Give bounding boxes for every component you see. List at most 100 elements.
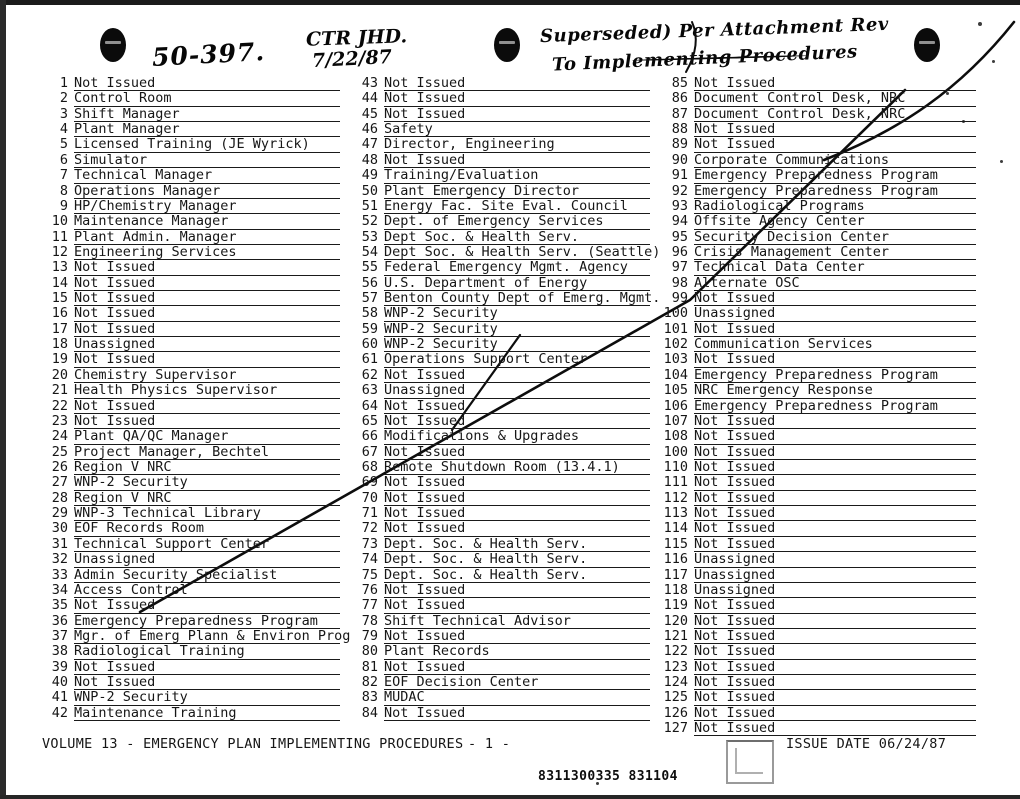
entry-label: Not Issued [74,674,156,691]
stamp-accession-line: 8311300335 831104 [538,769,678,784]
entry-label: Technical Support Center [74,535,270,552]
entry-number: 94 [671,213,688,230]
entry-label: Maintenance Manager [74,213,229,230]
distribution-column-1: 1 Not Issued 2 Control Room 3 Shift Manager 4 P… [40,75,350,722]
entry-label: Technical Data Center [694,259,865,276]
entry-label: Unassigned [694,551,776,568]
entry-number: 87 [671,105,688,122]
distribution-entry: 108 Not Issued [660,429,976,445]
entry-number: 115 [663,535,688,552]
entry-number: 96 [671,243,688,260]
entry-number: 23 [51,412,68,429]
entry-number: 61 [361,351,378,368]
distribution-entry: 7 Technical Manager [40,168,340,184]
entry-label: Not Issued [384,627,466,644]
distribution-entry: 71 Not Issued [350,506,650,522]
entry-label: Plant QA/QC Manager [74,428,229,445]
entry-label: Not Issued [384,474,466,491]
distribution-entry: 113 Not Issued [660,505,976,522]
entry-number: 16 [51,305,68,322]
distribution-entry: 62 Not Issued [350,366,650,384]
entry-label: Radiological Programs [694,197,865,214]
entry-label: Not Issued [694,458,776,475]
hole-punch-mark-center [494,28,520,62]
entry-label: Access Control [74,581,188,598]
entry-label: Not Issued [694,443,776,460]
entry-number: 114 [663,520,688,537]
entry-number: 80 [361,643,378,660]
entry-number: 4 [59,121,68,138]
entry-label: Not Issued [384,412,466,429]
entry-number: 62 [361,366,378,383]
distribution-entry: 45 Not Issued [350,106,650,123]
distribution-entry: 5 Licensed Training (JE Wyrick) [40,137,340,153]
entry-number: 8 [59,182,68,199]
entry-number: 70 [361,489,378,506]
entry-label: Dept Soc. & Health Serv. (Seattle) [384,243,661,260]
distribution-entry: 56 U.S. Department of Energy [350,275,650,292]
entry-number: 47 [361,136,378,153]
entry-label: Emergency Preparedness Program [694,397,938,414]
entry-number: 117 [663,566,688,583]
entry-number: 105 [663,382,688,399]
entry-number: 38 [51,643,68,660]
entry-number: 97 [671,259,688,276]
entry-number: 52 [361,213,378,230]
entry-number: 14 [51,274,68,291]
entry-number: 79 [361,627,378,644]
entry-number: 19 [51,351,68,368]
entry-number: 91 [671,167,688,184]
entry-label: Admin Security Specialist [74,566,278,583]
entry-label: Not Issued [384,597,466,614]
entry-number: 113 [663,505,688,522]
entry-label: WNP-2 Security [384,305,498,322]
entry-label: Not Issued [694,627,776,644]
entry-label: Not Issued [694,520,776,537]
entry-label: Not Issued [384,151,466,168]
entry-label: Not Issued [694,412,776,429]
entry-label: Not Issued [74,658,156,675]
distribution-entry: 32 Unassigned [40,552,340,568]
distribution-entry: 14 Not Issued [40,274,340,292]
stamp-box-inner-outline [735,748,763,774]
distribution-entry: 12 Engineering Services [40,243,340,261]
distribution-entry: 73 Dept. Soc. & Health Serv. [350,536,650,553]
entry-label: Plant Admin. Manager [74,228,237,245]
distribution-entry: 61 Operations Support Center [350,351,650,368]
distribution-entry: 125 Not Issued [660,690,976,706]
entry-number: 126 [663,704,688,721]
entry-label: NRC Emergency Response [694,382,873,399]
entry-label: Not Issued [694,351,776,368]
entry-label: Not Issued [74,351,156,368]
entry-label: Modifications & Upgrades [384,428,580,445]
distribution-entry: 105 NRC Emergency Response [660,382,976,399]
entry-number: 99 [671,290,688,307]
distribution-entry: 117 Unassigned [660,566,976,583]
entry-label: Health Physics Supervisor [74,382,278,399]
entry-number: 58 [361,305,378,322]
distribution-entry: 102 Communication Services [660,337,976,353]
distribution-entry: 17 Not Issued [40,321,340,338]
entry-label: Not Issued [694,535,776,552]
distribution-entry: 51 Energy Fac. Site Eval. Council [350,198,650,215]
distribution-entry: 41 WNP-2 Security [40,690,340,706]
entry-number: 12 [51,243,68,260]
entry-label: Not Issued [694,674,776,691]
entry-label: Unassigned [694,581,776,598]
distribution-entry: 122 Not Issued [660,644,976,660]
distribution-entry: 50 Plant Emergency Director [350,183,650,199]
entry-number: 103 [663,351,688,368]
distribution-entry: 11 Plant Admin. Manager [40,228,340,245]
entry-number: 49 [361,167,378,184]
distribution-entry: 93 Radiological Programs [660,197,976,215]
distribution-entry: 76 Not Issued [350,582,650,599]
entry-label: Safety [384,121,433,138]
entry-number: 48 [361,151,378,168]
entry-label: Not Issued [694,489,776,506]
entry-number: 28 [51,489,68,506]
entry-number: 42 [51,704,68,721]
entry-label: Not Issued [74,75,156,91]
distribution-entry: 77 Not Issued [350,597,650,614]
entry-number: 88 [671,121,688,138]
entry-label: Maintenance Training [74,704,237,721]
